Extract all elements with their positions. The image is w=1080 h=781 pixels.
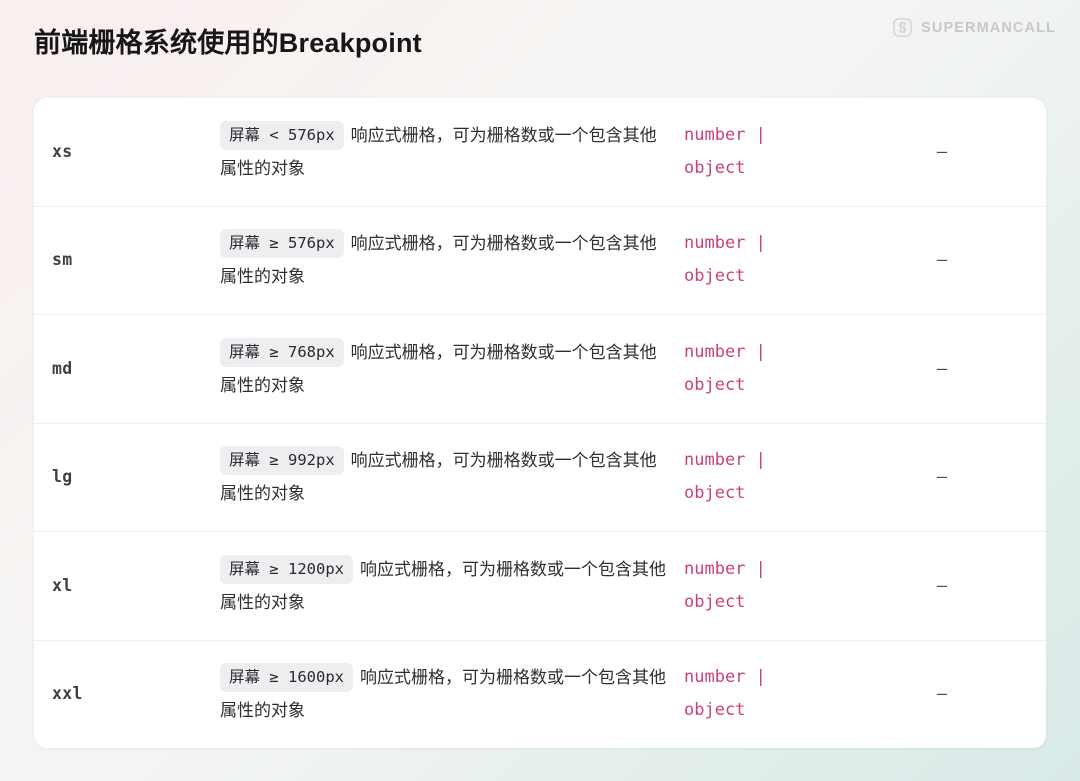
row-key-cell: xxl: [34, 684, 220, 704]
brand-name: SUPERMANCALL: [921, 19, 1056, 36]
screen-size-badge: 屏幕 ≥ 768px: [220, 337, 344, 367]
breakpoint-table: xs 屏幕 < 576px 响应式栅格，可为栅格数或一个包含其他属性的对象 num…: [34, 98, 1046, 748]
table-row: xxl 屏幕 ≥ 1600px 响应式栅格，可为栅格数或一个包含其他属性的对象 n…: [34, 641, 1046, 749]
type-value: number | object: [684, 667, 766, 721]
default-value: –: [936, 141, 948, 162]
s-monogram-icon: [893, 18, 912, 37]
screen-size-badge: 屏幕 ≥ 1200px: [220, 554, 353, 584]
type-value: number | object: [684, 233, 766, 287]
screen-size-badge: 屏幕 ≥ 576px: [220, 229, 344, 259]
type-value: number | object: [684, 341, 766, 395]
breakpoint-key: sm: [52, 250, 73, 270]
table-row: md 屏幕 ≥ 768px 响应式栅格，可为栅格数或一个包含其他属性的对象 num…: [34, 315, 1046, 424]
row-description: 屏幕 < 576px 响应式栅格，可为栅格数或一个包含其他属性的对象: [220, 120, 657, 178]
type-value: number | object: [684, 558, 766, 612]
page-title: 前端栅格系统使用的Breakpoint: [34, 28, 422, 58]
row-default-cell: –: [878, 359, 1046, 379]
row-description: 屏幕 ≥ 1600px 响应式栅格，可为栅格数或一个包含其他属性的对象: [220, 663, 666, 720]
breakpoint-key: xxl: [52, 684, 83, 704]
type-value: number | object: [684, 124, 766, 178]
brand-watermark: SUPERMANCALL: [892, 17, 1056, 38]
row-default-cell: –: [878, 684, 1046, 704]
default-value: –: [936, 467, 948, 488]
row-key-cell: md: [34, 359, 220, 379]
row-default-cell: –: [878, 142, 1046, 162]
breakpoint-table-card: xs 屏幕 < 576px 响应式栅格，可为栅格数或一个包含其他属性的对象 num…: [34, 98, 1046, 748]
row-key-cell: xl: [34, 576, 220, 596]
page-root: SUPERMANCALL 前端栅格系统使用的Breakpoint xs 屏幕 <…: [0, 0, 1080, 781]
screen-size-badge: 屏幕 < 576px: [220, 120, 344, 150]
table-row: sm 屏幕 ≥ 576px 响应式栅格，可为栅格数或一个包含其他属性的对象 num…: [34, 207, 1046, 315]
row-default-cell: –: [878, 467, 1046, 487]
row-default-cell: –: [878, 250, 1046, 270]
row-type-cell: number | object: [678, 553, 878, 619]
table-row: xl 屏幕 ≥ 1200px 响应式栅格，可为栅格数或一个包含其他属性的对象 nu…: [34, 532, 1046, 641]
row-type-cell: number | object: [678, 661, 878, 727]
row-key-cell: sm: [34, 250, 220, 270]
table-row: xs 屏幕 < 576px 响应式栅格，可为栅格数或一个包含其他属性的对象 num…: [34, 98, 1046, 207]
row-description: 屏幕 ≥ 576px 响应式栅格，可为栅格数或一个包含其他属性的对象: [220, 229, 657, 286]
row-description-cell: 屏幕 ≥ 992px 响应式栅格，可为栅格数或一个包含其他属性的对象: [220, 444, 678, 510]
row-description: 屏幕 ≥ 1200px 响应式栅格，可为栅格数或一个包含其他属性的对象: [220, 554, 666, 612]
row-description: 屏幕 ≥ 992px 响应式栅格，可为栅格数或一个包含其他属性的对象: [220, 446, 657, 503]
row-description-cell: 屏幕 ≥ 576px 响应式栅格，可为栅格数或一个包含其他属性的对象: [220, 227, 678, 293]
default-value: –: [936, 684, 948, 705]
row-type-cell: number | object: [678, 444, 878, 510]
default-value: –: [936, 250, 948, 271]
row-description-cell: 屏幕 ≥ 768px 响应式栅格，可为栅格数或一个包含其他属性的对象: [220, 336, 678, 402]
screen-size-badge: 屏幕 ≥ 1600px: [220, 663, 353, 693]
row-description-cell: 屏幕 ≥ 1200px 响应式栅格，可为栅格数或一个包含其他属性的对象: [220, 553, 678, 619]
row-type-cell: number | object: [678, 119, 878, 185]
breakpoint-key: lg: [52, 467, 73, 487]
table-row: lg 屏幕 ≥ 992px 响应式栅格，可为栅格数或一个包含其他属性的对象 num…: [34, 424, 1046, 532]
row-description-cell: 屏幕 ≥ 1600px 响应式栅格，可为栅格数或一个包含其他属性的对象: [220, 661, 678, 727]
breakpoint-key: xl: [52, 575, 73, 595]
row-key-cell: lg: [34, 467, 220, 487]
default-value: –: [936, 575, 948, 596]
breakpoint-key: xs: [52, 141, 73, 161]
default-value: –: [936, 358, 948, 379]
type-value: number | object: [684, 450, 766, 504]
row-key-cell: xs: [34, 142, 220, 162]
row-description: 屏幕 ≥ 768px 响应式栅格，可为栅格数或一个包含其他属性的对象: [220, 337, 657, 395]
row-type-cell: number | object: [678, 336, 878, 402]
screen-size-badge: 屏幕 ≥ 992px: [220, 446, 344, 476]
row-description-cell: 屏幕 < 576px 响应式栅格，可为栅格数或一个包含其他属性的对象: [220, 119, 678, 185]
row-type-cell: number | object: [678, 227, 878, 293]
row-default-cell: –: [878, 576, 1046, 596]
breakpoint-key: md: [52, 358, 73, 378]
